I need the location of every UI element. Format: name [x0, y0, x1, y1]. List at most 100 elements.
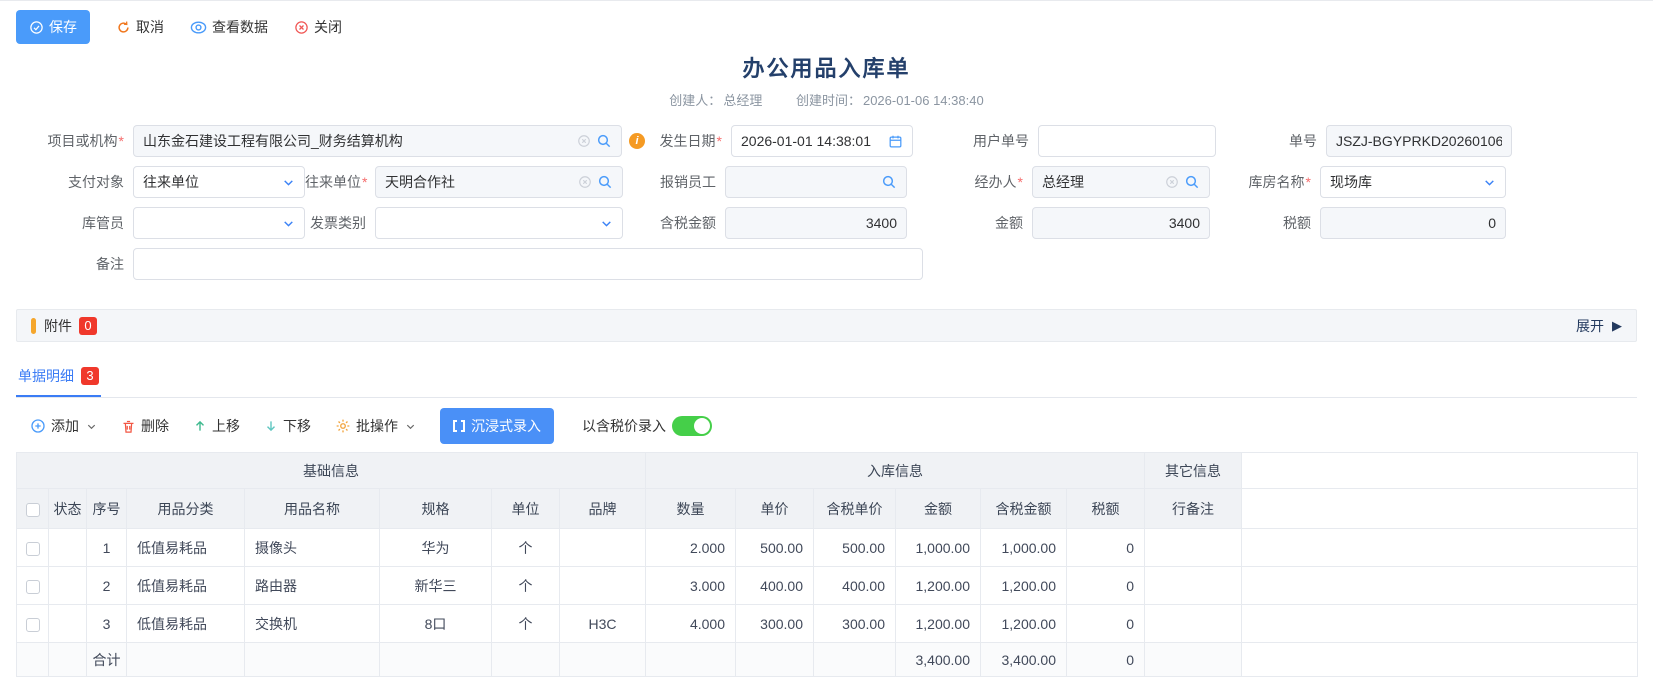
batch-button[interactable]: 批操作 — [335, 416, 416, 436]
tax-amount-cell[interactable]: 1,200.00 — [981, 605, 1067, 643]
immersive-entry-button[interactable]: 沉浸式录入 — [440, 408, 554, 444]
calendar-icon[interactable] — [888, 134, 903, 149]
delete-button[interactable]: 删除 — [121, 416, 169, 436]
view-data-button[interactable]: 查看数据 — [190, 17, 268, 37]
spec-cell[interactable]: 华为 — [380, 529, 492, 567]
remark-input[interactable] — [133, 248, 923, 280]
invoice-type-select[interactable] — [375, 207, 623, 239]
row-remark-cell[interactable] — [1145, 567, 1242, 605]
category-cell[interactable]: 低值易耗品 — [127, 567, 245, 605]
keeper-label: 库管员 — [0, 213, 133, 233]
warehouse-label: 库房名称* — [1210, 172, 1320, 192]
row-remark-cell[interactable] — [1145, 529, 1242, 567]
amount-label: 金额 — [907, 213, 1032, 233]
col-price: 单价 — [736, 489, 814, 529]
occur-date-input[interactable]: 2026-01-01 14:38:01 — [731, 125, 913, 157]
brand-cell[interactable]: H3C — [560, 605, 646, 643]
col-row-remark: 行备注 — [1145, 489, 1242, 529]
price-cell[interactable]: 400.00 — [736, 567, 814, 605]
tax-cell[interactable]: 0 — [1067, 529, 1145, 567]
row-remark-cell[interactable] — [1145, 605, 1242, 643]
amount-cell[interactable]: 1,200.00 — [896, 567, 981, 605]
category-cell[interactable]: 低值易耗品 — [127, 529, 245, 567]
chevron-down-icon — [282, 217, 295, 230]
qty-cell[interactable]: 4.000 — [646, 605, 736, 643]
search-icon[interactable] — [597, 174, 613, 190]
save-button[interactable]: 保存 — [16, 10, 90, 44]
reimburse-employee-label: 报销员工 — [623, 172, 725, 192]
save-label: 保存 — [49, 17, 77, 37]
keeper-select[interactable] — [133, 207, 305, 239]
header-form: 项目或机构* 山东金石建设工程有限公司_财务结算机构 i 发生日期* 2026-… — [0, 125, 1653, 280]
reimburse-employee-input[interactable] — [725, 166, 907, 198]
tab-detail[interactable]: 单据明细 3 — [16, 360, 101, 397]
amount-cell[interactable]: 1,200.00 — [896, 605, 981, 643]
qty-cell[interactable]: 3.000 — [646, 567, 736, 605]
status-cell — [49, 643, 87, 677]
warehouse-select[interactable]: 现场库 — [1320, 166, 1506, 198]
move-down-button[interactable]: 下移 — [264, 416, 311, 436]
tax-price-cell[interactable]: 500.00 — [814, 529, 896, 567]
view-data-label: 查看数据 — [212, 17, 268, 37]
check-circle-icon — [29, 20, 44, 35]
name-cell[interactable]: 路由器 — [245, 567, 380, 605]
col-tax-amount: 含税金额 — [981, 489, 1067, 529]
trash-icon — [121, 419, 136, 434]
tax-price-cell[interactable]: 400.00 — [814, 567, 896, 605]
checkbox-cell — [17, 605, 49, 643]
unit-cell[interactable]: 个 — [492, 529, 560, 567]
project-input[interactable]: 山东金石建设工程有限公司_财务结算机构 — [133, 125, 622, 157]
unit-cell[interactable]: 个 — [492, 567, 560, 605]
add-button[interactable]: 添加 — [30, 416, 97, 436]
spec-cell[interactable]: 8口 — [380, 605, 492, 643]
handler-input[interactable]: 总经理 — [1032, 166, 1210, 198]
qty-cell[interactable]: 2.000 — [646, 529, 736, 567]
tax-amount-cell[interactable]: 1,200.00 — [981, 567, 1067, 605]
row-checkbox[interactable] — [26, 580, 40, 594]
col-name: 用品名称 — [245, 489, 380, 529]
amount-input: 3400 — [1032, 207, 1210, 239]
tax-price-toggle[interactable] — [672, 416, 712, 436]
tax-amount-cell[interactable]: 1,000.00 — [981, 529, 1067, 567]
move-up-button[interactable]: 上移 — [193, 416, 240, 436]
filler-cell — [1242, 643, 1638, 677]
pay-target-select[interactable]: 往来单位 — [133, 166, 305, 198]
search-icon[interactable] — [881, 174, 897, 190]
tax-price-cell[interactable]: 300.00 — [814, 605, 896, 643]
price-cell[interactable]: 300.00 — [736, 605, 814, 643]
unit-cell[interactable]: 个 — [492, 605, 560, 643]
partner-input[interactable]: 天明合作社 — [375, 166, 623, 198]
seq-cell: 1 — [87, 529, 127, 567]
row-checkbox[interactable] — [26, 542, 40, 556]
amount-cell[interactable]: 1,000.00 — [896, 529, 981, 567]
search-icon[interactable] — [1184, 174, 1200, 190]
expand-label: 展开 — [1576, 316, 1604, 336]
close-button[interactable]: 关闭 — [294, 17, 342, 37]
attachments-bar[interactable]: 附件 0 展开 ▶ — [16, 309, 1637, 342]
col-amount: 金额 — [896, 489, 981, 529]
brand-cell[interactable] — [560, 529, 646, 567]
info-icon[interactable]: i — [629, 133, 645, 149]
name-cell[interactable]: 交换机 — [245, 605, 380, 643]
cancel-button[interactable]: 取消 — [116, 17, 164, 37]
select-all-checkbox[interactable] — [26, 503, 40, 517]
name-cell[interactable]: 摄像头 — [245, 529, 380, 567]
row-checkbox[interactable] — [26, 618, 40, 632]
doc-meta: 创建人：总经理 创建时间：2026-01-06 14:38:40 — [0, 90, 1653, 109]
clear-icon[interactable] — [578, 175, 592, 189]
clear-icon[interactable] — [1165, 175, 1179, 189]
spec-cell[interactable]: 新华三 — [380, 567, 492, 605]
price-cell[interactable]: 500.00 — [736, 529, 814, 567]
expand-button[interactable]: 展开 ▶ — [1576, 316, 1622, 336]
tax-cell[interactable]: 0 — [1067, 567, 1145, 605]
brand-cell[interactable] — [560, 567, 646, 605]
top-toolbar: 保存 取消 查看数据 关闭 — [0, 1, 1653, 51]
search-icon[interactable] — [596, 133, 612, 149]
total-tax-cell: 0 — [1067, 643, 1145, 677]
category-cell[interactable]: 低值易耗品 — [127, 605, 245, 643]
creator-value: 总经理 — [723, 93, 762, 108]
tax-cell[interactable]: 0 — [1067, 605, 1145, 643]
clear-icon[interactable] — [577, 134, 591, 148]
detail-count-badge: 3 — [81, 367, 99, 385]
user-no-input[interactable] — [1038, 125, 1216, 157]
